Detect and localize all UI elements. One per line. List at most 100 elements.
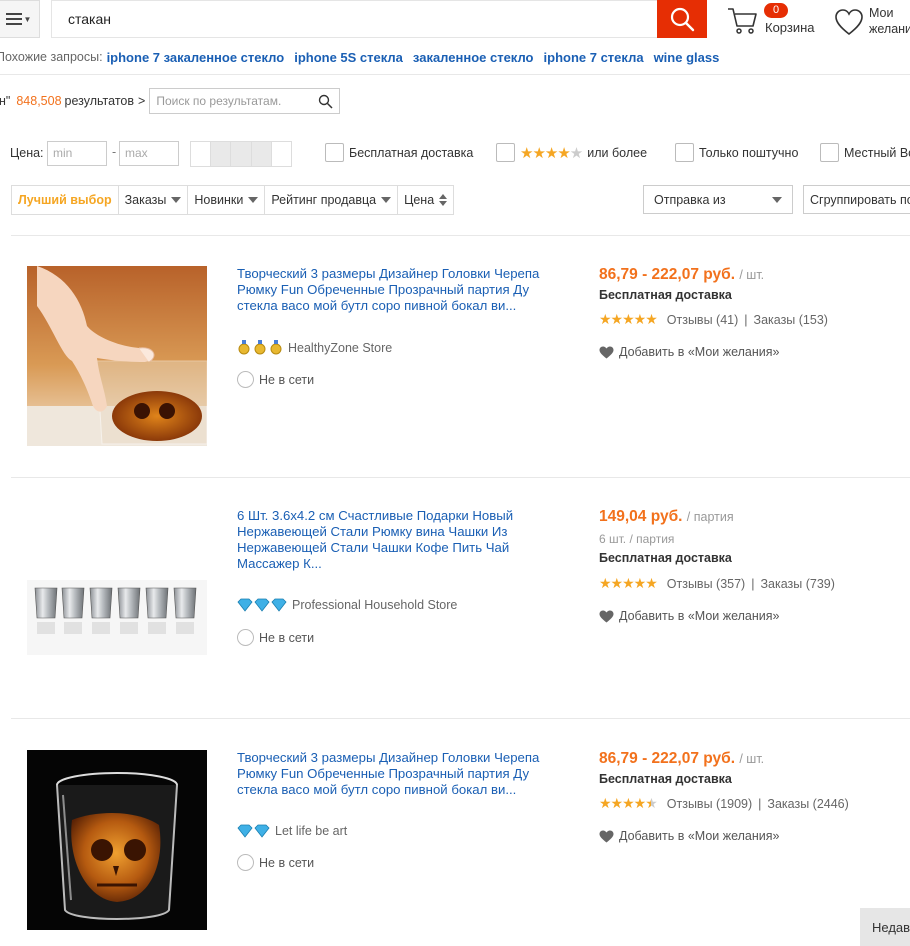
divider — [11, 235, 910, 236]
price-value: 86,79 - 222,07 руб. — [599, 750, 736, 767]
cart-label: Корзина — [765, 20, 815, 35]
heart-icon — [599, 346, 614, 358]
related-link[interactable]: iphone 5S стекла — [294, 50, 403, 65]
orders-count: Заказы (739) — [760, 576, 835, 591]
related-link[interactable]: закаленное стекло — [413, 50, 534, 65]
search-within-results-input[interactable]: Поиск по результатам. — [149, 88, 341, 114]
price-histogram[interactable] — [190, 141, 292, 167]
add-to-wishlist-button[interactable]: Добавить в «Мои желания» — [599, 609, 780, 623]
chat-face-icon — [237, 371, 254, 388]
sort-orders[interactable]: Заказы — [119, 186, 189, 214]
reviews-link[interactable]: Отзывы (41) — [667, 313, 739, 327]
store-info: HealthyZone Store — [237, 340, 392, 356]
sort-label: Цена — [404, 193, 435, 207]
chat-face-icon — [237, 854, 254, 871]
rating-filter-label: или более — [587, 145, 648, 160]
related-link[interactable]: wine glass — [654, 50, 720, 65]
lot-size: 6 шт. / партия — [599, 532, 675, 546]
online-status[interactable]: Не в сети — [237, 371, 314, 388]
price-max-input[interactable]: max — [119, 141, 179, 166]
store-link[interactable]: Professional Household Store — [292, 598, 457, 612]
store-link[interactable]: Let life be art — [275, 824, 347, 838]
product-title-link[interactable]: Творческий 3 размеры Дизайнер Головки Че… — [237, 750, 567, 798]
sort-label: Новинки — [194, 193, 244, 207]
free-shipping-badge: Бесплатная доставка — [599, 551, 732, 565]
search-input-value: стакан — [68, 11, 111, 27]
local-warehouse-filter[interactable]: Местный Вс — [820, 143, 910, 162]
heart-icon — [599, 830, 614, 842]
wishlist-label: Добавить в «Мои желания» — [619, 829, 780, 843]
related-link[interactable]: iphone 7 закаленное стекло — [107, 50, 285, 65]
checkbox[interactable] — [675, 143, 694, 162]
checkbox[interactable] — [496, 143, 515, 162]
search-input[interactable]: стакан — [51, 0, 657, 38]
divider — [11, 718, 910, 719]
results-summary: н" 848,508 результатов > Поиск по резуль… — [0, 88, 341, 114]
product-image[interactable] — [27, 750, 207, 930]
sort-seller-rating[interactable]: Рейтинг продавца — [265, 186, 399, 214]
related-link[interactable]: iphone 7 стекла — [544, 50, 644, 65]
cart-link[interactable]: 0 Корзина — [727, 3, 827, 40]
product-price: 86,79 - 222,07 руб. / шт. — [599, 266, 764, 284]
reviews-link[interactable]: Отзывы (357) — [667, 577, 745, 591]
online-status[interactable]: Не в сети — [237, 854, 314, 871]
heart-icon — [835, 9, 863, 36]
group-by-button[interactable]: Сгруппировать по — [803, 185, 910, 214]
ship-from-select[interactable]: Отправка из — [643, 185, 793, 214]
checkbox[interactable] — [325, 143, 344, 162]
sort-newest[interactable]: Новинки — [188, 186, 266, 214]
wishlist-label: Добавить в «Мои желания» — [619, 345, 780, 359]
chevron-down-icon — [171, 197, 182, 203]
search-icon — [670, 7, 695, 32]
rating-row: ★★★★★ Отзывы (1909) | Заказы (2446) — [599, 795, 849, 811]
ship-from-label: Отправка из — [654, 192, 726, 207]
single-only-filter[interactable]: Только поштучно — [675, 143, 798, 162]
product-image[interactable] — [27, 510, 207, 690]
rating-filter[interactable]: ★★★★★ или более — [496, 143, 647, 162]
price-unit: / шт. — [739, 268, 765, 282]
price-min-input[interactable]: min — [47, 141, 107, 166]
results-count: 848,508 — [16, 94, 62, 108]
add-to-wishlist-button[interactable]: Добавить в «Мои желания» — [599, 345, 780, 359]
product-price: 86,79 - 222,07 руб. / шт. — [599, 750, 764, 768]
add-to-wishlist-button[interactable]: Добавить в «Мои желания» — [599, 829, 780, 843]
results-label: результатов — [64, 94, 134, 108]
sort-arrows-icon — [439, 194, 448, 206]
wishlist-label-line2: желания — [869, 22, 910, 36]
sort-best-match[interactable]: Лучший выбор — [12, 186, 119, 214]
rating-row: ★★★★★ Отзывы (41) | Заказы (153) — [599, 311, 828, 327]
recently-viewed-tab[interactable]: Недав — [860, 908, 910, 946]
store-info: Professional Household Store — [237, 598, 457, 612]
filter-row: Цена: min - max Бесплатная доставка ★★★★… — [0, 140, 910, 167]
hamburger-icon — [5, 13, 22, 25]
product-title-link[interactable]: Творческий 3 размеры Дизайнер Головки Че… — [237, 266, 567, 314]
chevron-down-icon — [248, 197, 259, 203]
product-title-link[interactable]: 6 Шт. 3.6x4.2 см Счастливые Подарки Новы… — [237, 508, 567, 572]
price-dash: - — [112, 145, 117, 159]
free-shipping-filter[interactable]: Бесплатная доставка — [325, 143, 473, 162]
reviews-link[interactable]: Отзывы (1909) — [667, 797, 752, 811]
free-shipping-badge: Бесплатная доставка — [599, 772, 732, 786]
online-status-label: Не в сети — [259, 372, 315, 387]
wishlist-label-line1: Мои — [869, 6, 894, 20]
search-button[interactable] — [657, 0, 707, 38]
price-unit: / шт. — [739, 752, 765, 766]
sort-label: Лучший выбор — [18, 193, 112, 207]
header: ▼ стакан 0 Корзина Мои желания — [0, 0, 910, 40]
product-image[interactable] — [27, 266, 207, 446]
categories-menu-button[interactable]: ▼ — [0, 0, 40, 38]
wishlist-link[interactable]: Мои желания — [834, 4, 910, 40]
divider — [0, 74, 910, 75]
divider — [11, 477, 910, 478]
sort-label: Заказы — [124, 193, 167, 207]
store-link[interactable]: HealthyZone Store — [288, 341, 392, 355]
sort-label: Рейтинг продавца — [271, 193, 377, 207]
sort-price[interactable]: Цена — [398, 186, 453, 214]
online-status-label: Не в сети — [259, 855, 315, 870]
online-status[interactable]: Не в сети — [237, 629, 314, 646]
price-value: 86,79 - 222,07 руб. — [599, 266, 736, 283]
store-info: Let life be art — [237, 824, 347, 838]
search-icon[interactable] — [318, 94, 333, 109]
orders-count: Заказы (153) — [753, 312, 828, 327]
checkbox[interactable] — [820, 143, 839, 162]
